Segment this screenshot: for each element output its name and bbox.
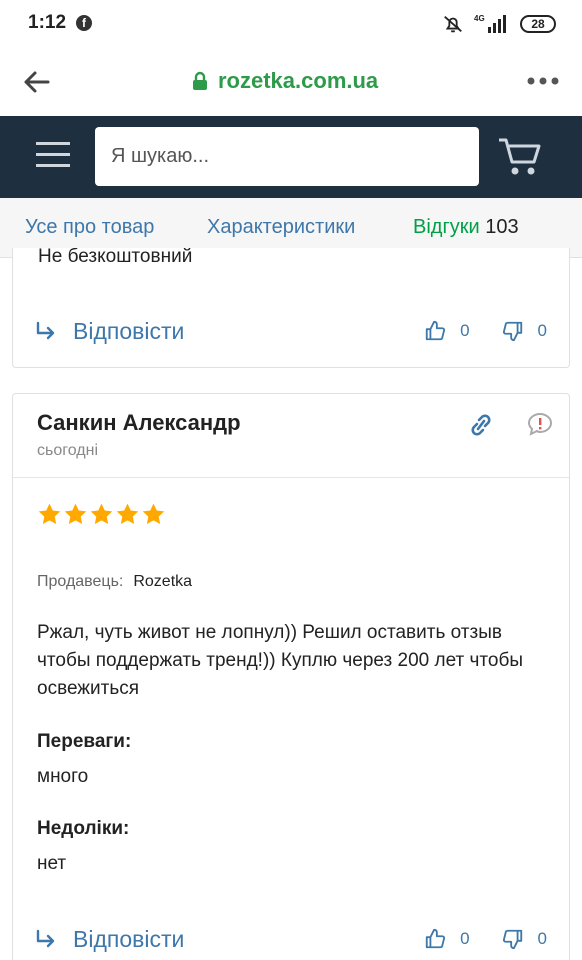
site-header — [0, 116, 582, 198]
seller-info: Продавець: Rozetka — [37, 573, 192, 591]
battery-icon: 28 — [520, 15, 556, 33]
seller-value: Rozetka — [133, 573, 193, 590]
tab-reviews-count: 103 — [485, 216, 519, 238]
search-input[interactable] — [95, 127, 479, 186]
thumbs-up-icon — [425, 928, 446, 949]
url-text: rozetka.com.ua — [218, 68, 379, 93]
vote-controls: 0 0 — [392, 320, 547, 342]
more-icon[interactable] — [526, 70, 560, 92]
back-arrow-icon[interactable] — [22, 68, 50, 96]
review-comment: Ржал, чуть живот не лопнул)) Решил остав… — [37, 622, 524, 699]
tab-reviews-label: Відгуки — [413, 216, 480, 238]
thumbs-down-icon — [502, 321, 522, 342]
lock-icon — [193, 71, 207, 90]
like-button[interactable]: 0 — [424, 928, 470, 950]
star-icon — [142, 503, 165, 524]
reply-label: Відповісти — [73, 926, 185, 952]
menu-icon[interactable] — [36, 140, 70, 170]
tab-reviews[interactable]: Відгуки 103 — [413, 216, 519, 239]
rating-stars — [37, 502, 166, 527]
url-display[interactable]: rozetka.com.ua — [192, 68, 378, 94]
reply-button[interactable]: Відповісти — [35, 926, 184, 953]
reply-arrow-icon — [36, 321, 55, 339]
tab-all-about-product[interactable]: Усе про товар — [25, 216, 154, 239]
bell-off-icon — [444, 15, 462, 33]
svg-text:4G: 4G — [474, 14, 485, 23]
previous-review-card: Не безкоштовний Відповісти 0 0 — [12, 248, 570, 368]
review-author: Санкин Александр — [37, 410, 241, 435]
review-header: Санкин Александр сьогодні — [13, 394, 569, 478]
reply-arrow-icon — [36, 929, 55, 947]
seller-label: Продавець: — [37, 573, 124, 590]
dislike-count: 0 — [537, 321, 547, 340]
facebook-icon: f — [76, 15, 92, 31]
status-bar: 1:12 f 4G 28 — [0, 0, 582, 46]
dislike-count: 0 — [537, 929, 547, 948]
like-count: 0 — [460, 929, 470, 948]
star-icon — [38, 503, 61, 524]
thumbs-up-icon — [425, 320, 446, 341]
pros-label: Переваги: — [37, 731, 132, 752]
review-card: Санкин Александр сьогодні Продавець: Roze… — [12, 393, 570, 960]
tab-characteristics[interactable]: Характеристики — [207, 216, 355, 239]
dislike-button[interactable]: 0 — [502, 928, 547, 950]
signal-icon: 4G — [474, 14, 506, 33]
status-icons: 4G 28 — [442, 12, 556, 36]
pros-value: много — [37, 766, 89, 787]
reply-label: Відповісти — [73, 318, 185, 344]
status-time: 1:12 — [28, 12, 67, 33]
review-date: сьогодні — [37, 442, 98, 459]
link-icon[interactable] — [469, 412, 493, 438]
vote-controls: 0 0 — [392, 928, 547, 950]
browser-url-bar: rozetka.com.ua — [0, 46, 582, 116]
thumbs-down-icon — [502, 929, 522, 950]
reply-button[interactable]: Відповісти — [35, 318, 184, 345]
dislike-button[interactable]: 0 — [502, 320, 547, 342]
like-button[interactable]: 0 — [424, 320, 470, 342]
star-icon — [90, 503, 113, 524]
cons-label: Недоліки: — [37, 818, 130, 839]
previous-review-text: Не безкоштовний — [38, 248, 193, 267]
star-icon — [64, 503, 87, 524]
like-count: 0 — [460, 321, 470, 340]
complain-icon[interactable] — [527, 412, 553, 436]
star-icon — [116, 503, 139, 524]
cart-icon[interactable] — [497, 134, 543, 178]
cons-value: нет — [37, 853, 67, 874]
